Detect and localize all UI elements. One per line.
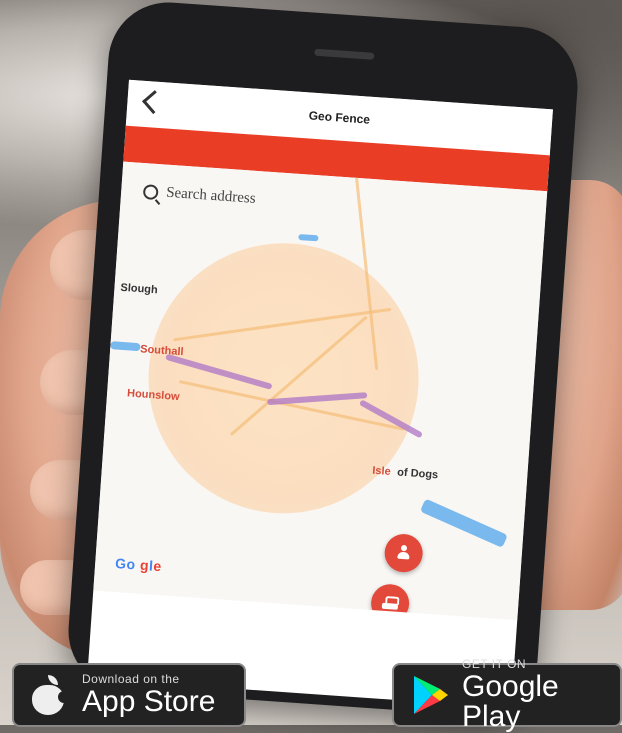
badge-small-text: GET IT ON bbox=[462, 657, 527, 671]
map-label: Hounslow bbox=[126, 387, 180, 404]
map-water bbox=[110, 341, 141, 352]
phone-screen: Geo Fence Slough Southall Hounslow Isle … bbox=[87, 79, 553, 708]
geofence-area[interactable] bbox=[139, 234, 428, 523]
map-label: Isle bbox=[371, 464, 392, 478]
app-store-badge[interactable]: Download on the App Store bbox=[12, 663, 246, 727]
badge-big-text: App Store bbox=[82, 685, 216, 718]
phone-device: Geo Fence Slough Southall Hounslow Isle … bbox=[64, 0, 582, 720]
google-play-badge[interactable]: GET IT ON Google Play bbox=[392, 658, 622, 732]
map-water bbox=[298, 233, 319, 242]
search-icon bbox=[142, 184, 159, 201]
google-logo: Go gle bbox=[114, 555, 163, 575]
map-water bbox=[419, 498, 508, 548]
play-icon bbox=[410, 674, 450, 716]
car-icon bbox=[382, 596, 399, 611]
search-input[interactable] bbox=[165, 184, 367, 216]
badge-small-text: Download on the bbox=[82, 672, 180, 686]
car-fab-button[interactable] bbox=[369, 582, 411, 621]
page-title: Geo Fence bbox=[308, 108, 371, 127]
back-icon[interactable] bbox=[142, 90, 167, 115]
phone-speaker bbox=[314, 48, 375, 60]
badge-big-text: Google Play bbox=[462, 670, 559, 733]
person-fab-button[interactable] bbox=[383, 532, 424, 574]
apple-icon bbox=[30, 675, 70, 715]
person-icon bbox=[395, 545, 412, 562]
search-bar[interactable] bbox=[142, 183, 367, 216]
map-label: Southall bbox=[139, 343, 184, 359]
map-label: Slough bbox=[120, 281, 159, 297]
map-view[interactable]: Slough Southall Hounslow Isle of Dogs bbox=[93, 161, 548, 621]
map-label: of Dogs bbox=[396, 466, 439, 482]
